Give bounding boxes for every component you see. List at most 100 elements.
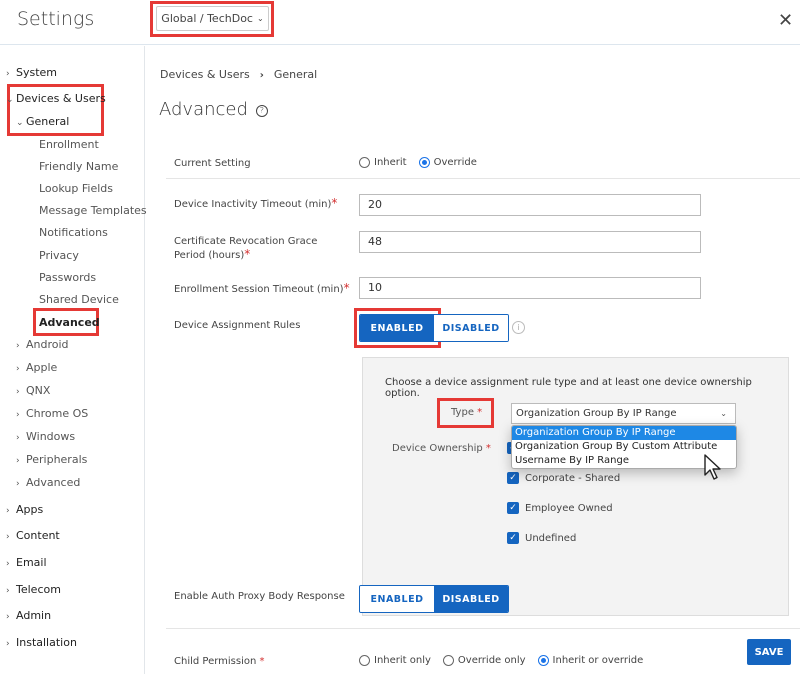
auth-proxy-disabled-button[interactable]: DISABLED: [434, 586, 508, 612]
cert-grace-period-input[interactable]: 48: [359, 231, 701, 253]
checkbox-checked-icon[interactable]: ✓: [507, 532, 519, 544]
chevron-right-icon: ›: [16, 456, 20, 466]
sidebar-item-passwords[interactable]: Passwords: [39, 271, 96, 284]
divider: [166, 178, 800, 179]
sidebar-item-label: Admin: [16, 609, 52, 622]
sidebar-item-message-templates[interactable]: Message Templates: [39, 204, 147, 217]
chevron-right-icon: ›: [16, 341, 20, 351]
type-select[interactable]: Organization Group By IP Range ⌄: [511, 403, 736, 424]
ownership-employee-owned[interactable]: ✓ Employee Owned: [507, 502, 613, 514]
sidebar-item-android[interactable]: › Android: [16, 338, 69, 351]
sidebar-item-label: Telecom: [16, 583, 61, 596]
auth-proxy-enabled-button[interactable]: ENABLED: [360, 586, 434, 612]
current-setting-label: Current Setting: [174, 158, 251, 169]
close-icon[interactable]: ✕: [778, 10, 793, 31]
radio-override-only[interactable]: [442, 655, 454, 666]
checkbox-checked-icon[interactable]: ✓: [507, 502, 519, 514]
radio-label: Inherit or override: [552, 655, 644, 666]
radio-override[interactable]: [418, 157, 430, 168]
org-group-label: Global / TechDoc: [161, 12, 253, 25]
sidebar-item-label: Apple: [26, 361, 58, 374]
device-assignment-toggle: ENABLED DISABLED: [359, 314, 509, 342]
sidebar-item-label: System: [16, 66, 58, 79]
required-asterisk: *: [485, 443, 491, 454]
sidebar-item-enrollment[interactable]: Enrollment: [39, 138, 99, 151]
sidebar-item-content[interactable]: › Content: [6, 529, 60, 542]
sidebar-item-apps[interactable]: › Apps: [6, 503, 43, 516]
sidebar-item-lookup-fields[interactable]: Lookup Fields: [39, 182, 113, 195]
radio-label: Inherit only: [374, 655, 431, 666]
device-assignment-disabled-button[interactable]: DISABLED: [434, 315, 508, 341]
chevron-right-icon: ›: [16, 410, 20, 420]
sidebar-item-label: Content: [16, 529, 60, 542]
page-title: Advanced?: [159, 99, 268, 120]
sidebar-item-friendly-name[interactable]: Friendly Name: [39, 160, 118, 173]
enrollment-session-timeout-input[interactable]: 10: [359, 277, 701, 299]
sidebar-item-label: Devices & Users: [16, 92, 106, 105]
breadcrumb-devices-users[interactable]: Devices & Users: [160, 68, 250, 81]
radio-inherit-only[interactable]: [359, 655, 370, 666]
type-label-text: Type: [451, 407, 474, 418]
chevron-down-icon: ⌄: [6, 95, 14, 105]
child-permission-label: Child Permission *: [174, 655, 265, 668]
sidebar-item-label: Advanced: [26, 476, 81, 489]
sidebar-item-privacy[interactable]: Privacy: [39, 249, 79, 262]
radio-inherit[interactable]: [359, 157, 370, 168]
org-group-selector[interactable]: Global / TechDoc ⌄: [156, 6, 269, 31]
checkbox-label: Employee Owned: [525, 502, 613, 514]
info-icon[interactable]: i: [512, 321, 525, 334]
chevron-right-icon: ›: [6, 69, 10, 79]
chevron-right-icon: ›: [6, 612, 10, 622]
sidebar-item-label: Android: [26, 338, 69, 351]
checkbox-checked-icon[interactable]: ✓: [507, 472, 519, 484]
cert-grace-period-label: Certificate Revocation Grace Period (hou…: [174, 235, 349, 262]
breadcrumb-general[interactable]: General: [274, 68, 317, 81]
required-asterisk: *: [477, 407, 483, 418]
type-option[interactable]: Organization Group By Custom Attribute: [512, 440, 736, 454]
help-icon[interactable]: ?: [255, 105, 268, 117]
sidebar-item-windows[interactable]: › Windows: [16, 430, 75, 443]
chevron-right-icon: ›: [6, 639, 10, 649]
sidebar-item-telecom[interactable]: › Telecom: [6, 583, 61, 596]
sidebar-item-label: Email: [16, 556, 47, 569]
chevron-right-icon: ›: [6, 532, 10, 542]
sidebar-item-admin[interactable]: › Admin: [6, 609, 51, 622]
chevron-right-icon: ›: [16, 479, 20, 489]
sidebar-item-devices-users[interactable]: ⌄ Devices & Users: [6, 92, 106, 105]
inactivity-timeout-label: Device Inactivity Timeout (min)*: [174, 197, 337, 211]
ownership-label-text: Device Ownership: [392, 443, 483, 454]
required-asterisk: *: [343, 281, 350, 295]
sidebar-item-label: Apps: [16, 503, 44, 516]
sidebar-item-apple[interactable]: › Apple: [16, 361, 57, 374]
sidebar-item-qnx[interactable]: › QNX: [16, 384, 50, 397]
sidebar-item-advanced-active[interactable]: Advanced: [39, 316, 100, 329]
radio-label: Override: [433, 157, 477, 168]
sidebar-item-installation[interactable]: › Installation: [6, 636, 77, 649]
sidebar-item-system[interactable]: › System: [6, 66, 57, 79]
inactivity-timeout-input[interactable]: 20: [359, 194, 701, 216]
sidebar-item-notifications[interactable]: Notifications: [39, 226, 108, 239]
chevron-right-icon: ›: [6, 506, 10, 516]
field-label: Device Inactivity Timeout (min): [174, 199, 332, 210]
sidebar-item-shared-device[interactable]: Shared Device: [39, 293, 119, 306]
sidebar-item-label: Windows: [26, 430, 76, 443]
ownership-corporate-shared[interactable]: ✓ Corporate - Shared: [507, 472, 620, 484]
auth-proxy-label: Enable Auth Proxy Body Response: [174, 591, 345, 602]
sidebar: › System ⌄ Devices & Users ⌄ General Enroll…: [0, 46, 147, 674]
sidebar-item-peripherals[interactable]: › Peripherals: [16, 453, 87, 466]
sidebar-item-chrome-os[interactable]: › Chrome OS: [16, 407, 88, 420]
radio-label: Inherit: [374, 157, 407, 168]
sidebar-item-general[interactable]: ⌄ General: [16, 115, 69, 128]
type-option[interactable]: Organization Group By IP Range: [512, 426, 736, 440]
panel-instructions: Choose a device assignment rule type and…: [385, 377, 752, 399]
sidebar-item-label: Installation: [16, 636, 77, 649]
divider: [166, 628, 800, 629]
sidebar-item-label: Peripherals: [26, 453, 88, 466]
required-asterisk: *: [259, 656, 265, 667]
device-assignment-enabled-button[interactable]: ENABLED: [360, 315, 434, 341]
save-button[interactable]: SAVE: [747, 639, 791, 665]
sidebar-item-email[interactable]: › Email: [6, 556, 47, 569]
radio-inherit-or-override[interactable]: [537, 655, 549, 666]
ownership-undefined[interactable]: ✓ Undefined: [507, 532, 576, 544]
sidebar-item-advanced[interactable]: › Advanced: [16, 476, 80, 489]
